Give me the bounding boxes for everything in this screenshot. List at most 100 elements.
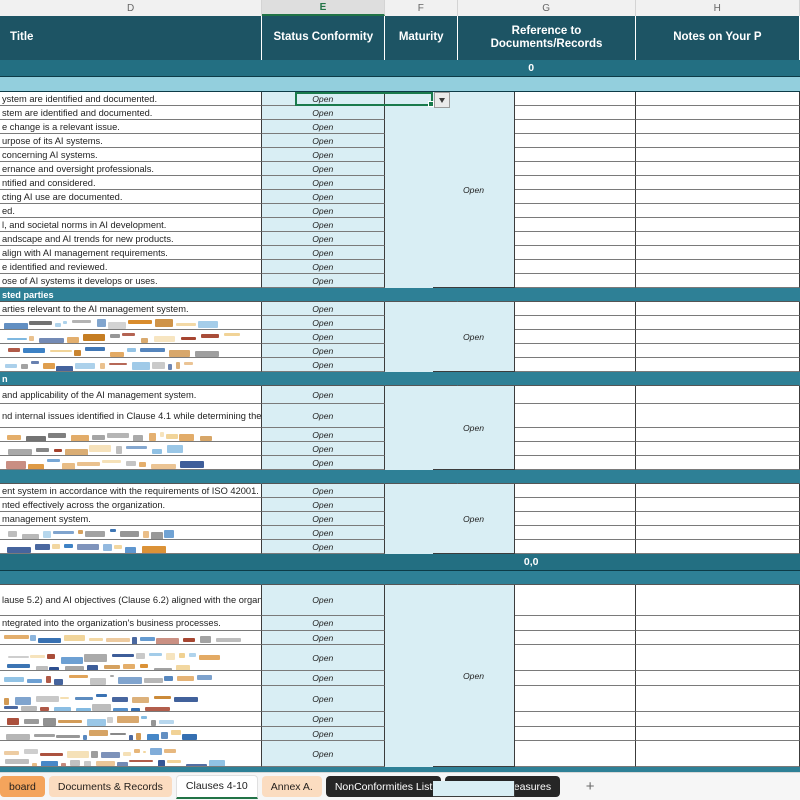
cell-status-conformity[interactable]: Open xyxy=(261,616,385,631)
column-header-maturity[interactable]: Maturity xyxy=(385,16,459,60)
cell-notes[interactable] xyxy=(635,106,800,120)
cell-title[interactable]: cting AI use are documented. xyxy=(0,190,262,204)
cell-title[interactable]: stem are identified and documented. xyxy=(0,106,262,120)
cell-status-conformity[interactable]: Open xyxy=(261,540,385,554)
cell-status-conformity[interactable]: Open xyxy=(261,428,385,442)
spreadsheet-grid[interactable]: Title Status Conformity Maturity Reference … xyxy=(0,16,800,772)
cell-status-conformity[interactable]: Open xyxy=(261,120,385,134)
cell-notes[interactable] xyxy=(635,498,800,512)
cell-notes[interactable] xyxy=(635,302,800,316)
cell-title[interactable]: management system. xyxy=(0,512,262,526)
cell-status-conformity[interactable]: Open xyxy=(261,316,385,330)
cell-notes[interactable] xyxy=(635,204,800,218)
cell-notes[interactable] xyxy=(635,404,800,428)
cell-title[interactable]: redacted row xyxy=(0,712,262,727)
cell-title[interactable]: ystem are identified and documented. xyxy=(0,92,262,106)
cell-status-conformity[interactable]: Open xyxy=(261,330,385,344)
cell-status-conformity[interactable]: Open xyxy=(261,671,385,686)
cell-notes[interactable] xyxy=(635,246,800,260)
cell-status-conformity[interactable]: Open xyxy=(261,526,385,540)
cell-notes[interactable] xyxy=(635,274,800,288)
cell-title[interactable]: arties relevant to the AI management sys… xyxy=(0,302,262,316)
cell-status-conformity[interactable]: Open xyxy=(261,260,385,274)
cell-title[interactable]: concerning AI systems. xyxy=(0,148,262,162)
cell-title[interactable]: redacted row xyxy=(0,671,262,686)
cell-title[interactable]: ent system in accordance with the requir… xyxy=(0,484,262,498)
validation-dropdown-icon[interactable] xyxy=(434,92,450,108)
cell-notes[interactable] xyxy=(635,456,800,470)
cell-notes[interactable] xyxy=(635,260,800,274)
cell-status-conformity[interactable]: Open xyxy=(261,712,385,727)
cell-status-conformity[interactable]: Open xyxy=(261,176,385,190)
cell-notes[interactable] xyxy=(635,484,800,498)
sheet-tab-board[interactable]: board xyxy=(0,776,45,797)
maturity-merged-cell[interactable] xyxy=(433,781,515,797)
cell-notes[interactable] xyxy=(635,686,800,712)
cell-status-conformity[interactable]: Open xyxy=(261,404,385,428)
cell-notes[interactable] xyxy=(635,316,800,330)
cell-status-conformity[interactable]: Open xyxy=(261,246,385,260)
cell-title[interactable]: redacted row xyxy=(0,540,262,554)
cell-title[interactable]: nd internal issues identified in Clause … xyxy=(0,404,262,428)
cell-title[interactable]: redacted row xyxy=(0,741,262,767)
cell-notes[interactable] xyxy=(635,358,800,372)
cell-title[interactable]: redacted row xyxy=(0,428,262,442)
cell-notes[interactable] xyxy=(635,148,800,162)
cell-notes[interactable] xyxy=(635,190,800,204)
cell-status-conformity[interactable]: Open xyxy=(261,204,385,218)
cell-notes[interactable] xyxy=(635,442,800,456)
maturity-merged-cell[interactable]: Open xyxy=(433,386,515,470)
sheet-tab-bar[interactable]: board Documents & Records Clauses 4-10 Anne… xyxy=(0,772,800,800)
cell-notes[interactable] xyxy=(635,741,800,767)
maturity-merged-cell[interactable]: Open xyxy=(433,484,515,554)
cell-title[interactable]: ntified and considered. xyxy=(0,176,262,190)
cell-status-conformity[interactable]: Open xyxy=(261,386,385,404)
cell-notes[interactable] xyxy=(635,330,800,344)
column-letter-g[interactable]: G xyxy=(457,0,636,16)
cell-notes[interactable] xyxy=(635,344,800,358)
cell-title[interactable]: redacted row xyxy=(0,645,262,671)
cell-status-conformity[interactable]: Open xyxy=(261,92,385,106)
cell-status-conformity[interactable]: Open xyxy=(261,741,385,767)
cell-notes[interactable] xyxy=(635,120,800,134)
cell-notes[interactable] xyxy=(635,512,800,526)
column-letter-e[interactable]: E xyxy=(262,0,385,16)
sheet-tab-documents-records[interactable]: Documents & Records xyxy=(48,776,172,797)
cell-status-conformity[interactable]: Open xyxy=(261,484,385,498)
cell-title[interactable]: redacted row xyxy=(0,344,262,358)
cell-status-conformity[interactable]: Open xyxy=(261,727,385,741)
cell-status-conformity[interactable]: Open xyxy=(261,512,385,526)
cell-notes[interactable] xyxy=(635,645,800,671)
cell-status-conformity[interactable]: Open xyxy=(261,344,385,358)
cell-status-conformity[interactable]: Open xyxy=(261,442,385,456)
cell-status-conformity[interactable]: Open xyxy=(261,232,385,246)
cell-title[interactable]: redacted row xyxy=(0,456,262,470)
cell-title[interactable]: and applicability of the AI management s… xyxy=(0,386,262,404)
column-letter-h[interactable]: H xyxy=(635,0,800,16)
cell-title[interactable]: lause 5.2) and AI objectives (Clause 6.2… xyxy=(0,585,262,616)
cell-status-conformity[interactable]: Open xyxy=(261,498,385,512)
cell-title[interactable]: redacted row xyxy=(0,727,262,741)
cell-status-conformity[interactable]: Open xyxy=(261,302,385,316)
cell-title[interactable]: andscape and AI trends for new products. xyxy=(0,232,262,246)
cell-status-conformity[interactable]: Open xyxy=(261,358,385,372)
column-header-title[interactable]: Title xyxy=(0,16,263,60)
cell-title[interactable]: e change is a relevant issue. xyxy=(0,120,262,134)
cell-notes[interactable] xyxy=(635,712,800,727)
cell-notes[interactable] xyxy=(635,540,800,554)
cell-status-conformity[interactable]: Open xyxy=(261,190,385,204)
cell-title[interactable]: align with AI management requirements. xyxy=(0,246,262,260)
cell-notes[interactable] xyxy=(635,428,800,442)
column-header-reference-documents[interactable]: Reference to Documents/Records xyxy=(458,16,636,60)
cell-status-conformity[interactable]: Open xyxy=(261,148,385,162)
sheet-tab-annex-a[interactable]: Annex A. xyxy=(261,776,322,797)
cell-notes[interactable] xyxy=(635,232,800,246)
cell-title[interactable]: urpose of its AI systems. xyxy=(0,134,262,148)
cell-title[interactable]: ntegrated into the organization's busine… xyxy=(0,616,262,631)
cell-title[interactable]: ed. xyxy=(0,204,262,218)
cell-title[interactable]: e identified and reviewed. xyxy=(0,260,262,274)
cell-status-conformity[interactable]: Open xyxy=(261,645,385,671)
cell-status-conformity[interactable]: Open xyxy=(261,218,385,232)
cell-title[interactable]: ernance and oversight professionals. xyxy=(0,162,262,176)
cell-title[interactable]: nted effectively across the organization… xyxy=(0,498,262,512)
